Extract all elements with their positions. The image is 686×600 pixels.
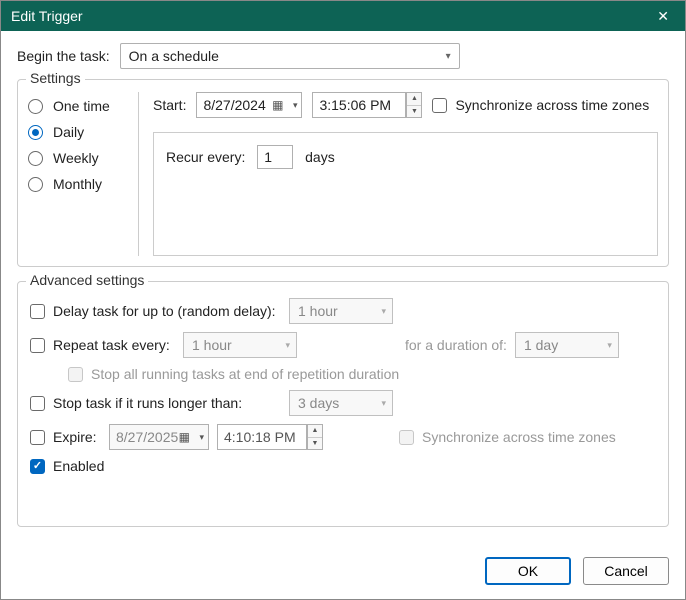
chevron-down-icon: ▾ (293, 100, 298, 111)
chevron-down-icon: ▾ (381, 398, 386, 409)
expire-label: Expire: (53, 429, 101, 445)
enabled-checkbox[interactable] (30, 459, 45, 474)
delay-label: Delay task for up to (random delay): (53, 303, 281, 319)
chevron-down-icon: ▾ (381, 306, 386, 317)
window-title: Edit Trigger (11, 8, 83, 24)
repeat-combo[interactable]: 1 hour ▾ (183, 332, 297, 358)
ok-button[interactable]: OK (485, 557, 571, 585)
spinner-down-icon[interactable]: ▼ (308, 438, 322, 450)
delay-value: 1 hour (298, 303, 338, 319)
titlebar: Edit Trigger ✕ (1, 1, 685, 31)
expire-date-value: 8/27/2025 (116, 429, 178, 445)
repeat-value: 1 hour (192, 337, 232, 353)
sync-timezones-label: Synchronize across time zones (455, 97, 649, 113)
recur-unit-label: days (305, 149, 335, 165)
start-time-value: 3:15:06 PM (319, 97, 391, 113)
begin-task-dropdown[interactable]: On a schedule ▾ (120, 43, 460, 69)
expire-sync-label: Synchronize across time zones (422, 429, 616, 445)
advanced-fieldset: Advanced settings Delay task for up to (… (17, 281, 669, 527)
spinner-up-icon[interactable]: ▲ (308, 425, 322, 438)
recur-label: Recur every: (166, 149, 245, 165)
start-date-value: 8/27/2024 (203, 97, 265, 113)
spinner-up-icon[interactable]: ▲ (407, 93, 421, 106)
sync-timezones-checkbox[interactable] (432, 98, 447, 113)
start-time-spinner[interactable]: ▲▼ (406, 92, 422, 118)
expire-time-value: 4:10:18 PM (224, 429, 296, 445)
repeat-checkbox[interactable] (30, 338, 45, 353)
close-icon[interactable]: ✕ (651, 8, 675, 25)
delay-checkbox[interactable] (30, 304, 45, 319)
radio-one-time[interactable]: One time (28, 98, 138, 114)
begin-task-label: Begin the task: (17, 48, 110, 64)
chevron-down-icon: ▾ (199, 432, 204, 443)
settings-legend: Settings (26, 70, 85, 86)
duration-label: for a duration of: (405, 337, 507, 353)
stop-all-checkbox (68, 367, 83, 382)
recur-panel: Recur every: 1 days (153, 132, 658, 256)
settings-fieldset: Settings One time Daily Weekly Monthly S… (17, 79, 669, 267)
begin-task-value: On a schedule (129, 48, 219, 64)
stop-if-label: Stop task if it runs longer than: (53, 395, 281, 411)
enabled-label: Enabled (53, 458, 104, 474)
radio-daily[interactable]: Daily (28, 124, 138, 140)
recur-value-input[interactable]: 1 (257, 145, 293, 169)
spinner-down-icon[interactable]: ▼ (407, 106, 421, 118)
radio-one-time-label: One time (53, 98, 110, 114)
cancel-button[interactable]: Cancel (583, 557, 669, 585)
stop-if-checkbox[interactable] (30, 396, 45, 411)
calendar-icon: ▦ (179, 430, 190, 444)
stop-if-value: 3 days (298, 395, 339, 411)
start-label: Start: (153, 97, 186, 113)
chevron-down-icon: ▾ (446, 51, 451, 62)
duration-combo[interactable]: 1 day ▾ (515, 332, 619, 358)
radio-monthly-label: Monthly (53, 176, 102, 192)
radio-monthly[interactable]: Monthly (28, 176, 138, 192)
expire-sync-checkbox (399, 430, 414, 445)
delay-combo[interactable]: 1 hour ▾ (289, 298, 393, 324)
advanced-legend: Advanced settings (26, 272, 148, 288)
duration-value: 1 day (524, 337, 558, 353)
chevron-down-icon: ▾ (285, 340, 290, 351)
stop-if-combo[interactable]: 3 days ▾ (289, 390, 393, 416)
start-date-input[interactable]: 8/27/2024 ▦ ▾ (196, 92, 302, 118)
radio-weekly[interactable]: Weekly (28, 150, 138, 166)
chevron-down-icon: ▾ (607, 340, 612, 351)
repeat-label: Repeat task every: (53, 337, 175, 353)
recur-value: 1 (264, 149, 272, 165)
start-time-input[interactable]: 3:15:06 PM (312, 92, 406, 118)
calendar-icon: ▦ (272, 98, 283, 112)
radio-daily-label: Daily (53, 124, 84, 140)
radio-weekly-label: Weekly (53, 150, 99, 166)
expire-checkbox[interactable] (30, 430, 45, 445)
expire-date-input[interactable]: 8/27/2025 ▦ ▾ (109, 424, 209, 450)
edit-trigger-dialog: Edit Trigger ✕ Begin the task: On a sche… (0, 0, 686, 600)
expire-time-input[interactable]: 4:10:18 PM (217, 424, 307, 450)
stop-all-label: Stop all running tasks at end of repetit… (91, 366, 399, 382)
expire-time-spinner[interactable]: ▲▼ (307, 424, 323, 450)
